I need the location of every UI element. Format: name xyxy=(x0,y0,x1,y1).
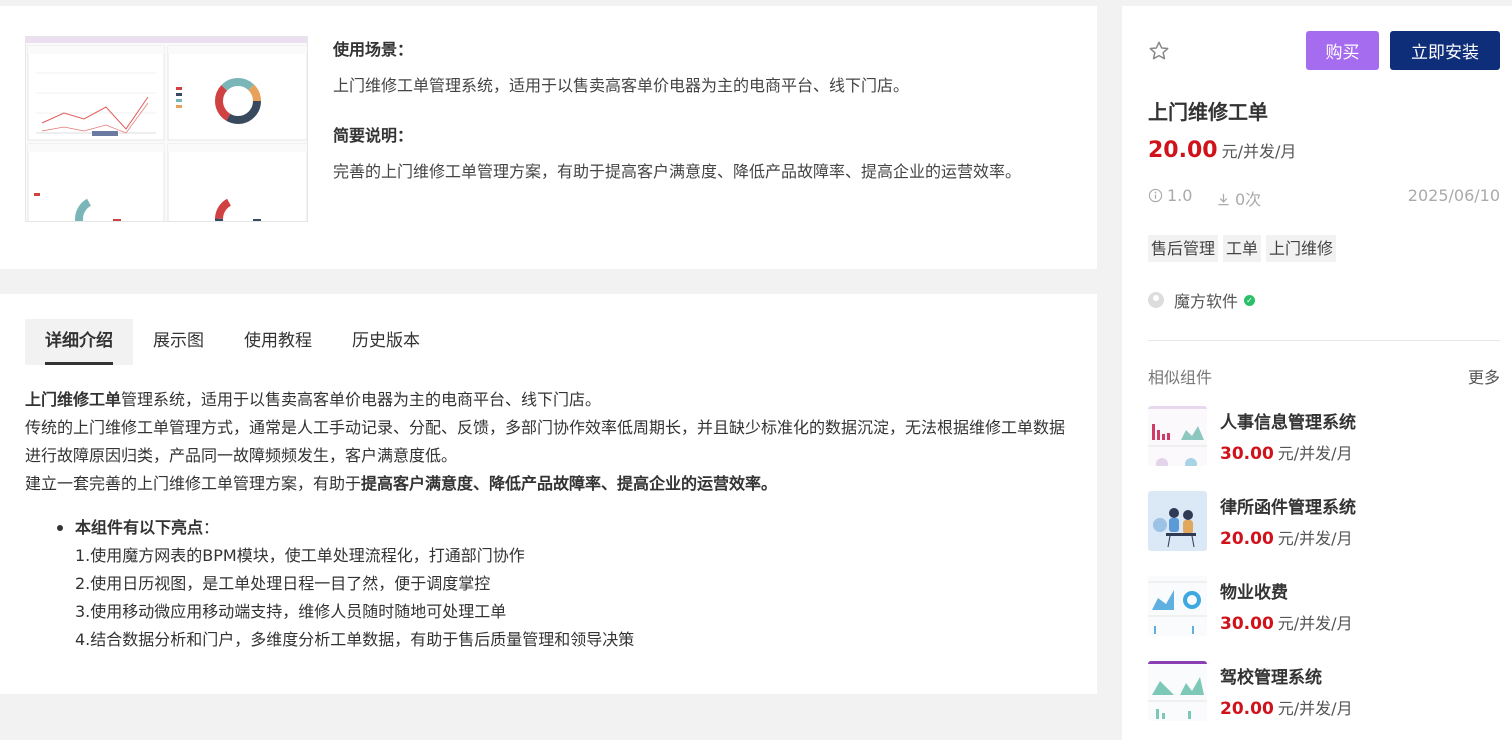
similar-item-price: 30.00 元/并发/月 xyxy=(1220,444,1353,464)
similar-header: 相似组件 更多 xyxy=(1148,364,1500,388)
overview-card: 使用场景： 上门维修工单管理系统，适用于以售卖高客单价电器为主的电商平台、线下门… xyxy=(0,6,1097,269)
scene-heading: 使用场景： xyxy=(333,40,414,59)
overview-info: 使用场景： 上门维修工单管理系统，适用于以售卖高客单价电器为主的电商平台、线下门… xyxy=(333,36,1063,186)
tab-history[interactable]: 历史版本 xyxy=(332,319,440,365)
highlight-item: 2.使用日历视图，是工单处理日程一目了然，便于调度掌控 xyxy=(75,574,491,593)
install-button[interactable]: 立即安装 xyxy=(1390,31,1500,70)
similar-item-name: 人事信息管理系统 xyxy=(1220,413,1356,433)
tag[interactable]: 售后管理 xyxy=(1148,235,1219,262)
verified-icon: ✓ xyxy=(1244,294,1256,306)
similar-item-name: 物业收费 xyxy=(1220,583,1288,603)
highlights-list: 本组件有以下亮点： 1.使用魔方网表的BPM模块，使工单处理流程化，打通部门协作… xyxy=(57,514,1075,654)
tab-tutorial[interactable]: 使用教程 xyxy=(224,319,332,365)
tag-list: 售后管理 工单 上门维修 xyxy=(1148,235,1341,262)
detail-line-2: 传统的上门维修工单管理方式，通常是人工手动记录、分配、反馈，多部门协作效率低周期… xyxy=(25,418,1066,465)
avatar-icon xyxy=(1148,292,1164,308)
scene-text: 上门维修工单管理系统，适用于以售卖高客单价电器为主的电商平台、线下门店。 xyxy=(333,76,910,95)
version-info: 1.0 xyxy=(1148,186,1192,205)
publish-date: 2025/06/10 xyxy=(1407,186,1500,205)
similar-item-thumbnail xyxy=(1148,576,1207,636)
more-link[interactable]: 更多 xyxy=(1468,364,1500,388)
similar-item-thumbnail xyxy=(1148,406,1207,466)
info-icon xyxy=(1148,188,1163,203)
divider xyxy=(1148,340,1500,341)
similar-item-thumbnail xyxy=(1148,491,1207,551)
author-info[interactable]: 魔方软件 ✓ xyxy=(1148,288,1256,312)
product-title: 上门维修工单 xyxy=(1148,100,1268,124)
tag[interactable]: 工单 xyxy=(1223,235,1262,262)
download-count: 0次 xyxy=(1216,186,1261,210)
tab-screenshots[interactable]: 展示图 xyxy=(133,319,224,365)
detail-description: 上门维修工单管理系统，适用于以售卖高客单价电器为主的电商平台、线下门店。 传统的… xyxy=(25,386,1075,654)
product-sidebar: 购买 立即安装 上门维修工单 20.00 元/并发/月 1.0 0次 2025/0… xyxy=(1122,6,1512,740)
detail-line-3: 建立一套完善的上门维修工单管理方案，有助于提高客户满意度、降低产品故障率、提高企… xyxy=(25,474,778,493)
product-screenshot-thumbnail[interactable] xyxy=(25,36,308,222)
similar-item[interactable]: 驾校管理系统 20.00 元/并发/月 xyxy=(1148,661,1500,723)
highlight-item: 4.结合数据分析和门户，多维度分析工单数据，有助于售后质量管理和领导决策 xyxy=(75,630,635,649)
tab-detail[interactable]: 详细介绍 xyxy=(25,319,133,365)
brief-heading: 简要说明： xyxy=(333,126,414,145)
detail-tabs: 详细介绍 展示图 使用教程 历史版本 xyxy=(25,319,440,365)
star-outline-icon[interactable] xyxy=(1148,40,1170,62)
tag[interactable]: 上门维修 xyxy=(1266,235,1337,262)
detail-line-1: 上门维修工单管理系统，适用于以售卖高客单价电器为主的电商平台、线下门店。 xyxy=(25,390,602,409)
similar-item-price: 30.00 元/并发/月 xyxy=(1220,614,1353,634)
download-icon xyxy=(1218,193,1229,206)
highlights-heading: 本组件有以下亮点： xyxy=(75,518,220,537)
highlight-item: 3.使用移动微应用移动端支持，维修人员随时随地可处理工单 xyxy=(75,602,507,621)
author-name: 魔方软件 xyxy=(1174,292,1239,311)
similar-item[interactable]: 律所函件管理系统 20.00 元/并发/月 xyxy=(1148,491,1500,553)
buy-button[interactable]: 购买 xyxy=(1306,31,1379,70)
similar-item-name: 律所函件管理系统 xyxy=(1220,498,1356,518)
similar-item[interactable]: 人事信息管理系统 30.00 元/并发/月 xyxy=(1148,406,1500,468)
similar-item-thumbnail xyxy=(1148,661,1207,721)
similar-item[interactable]: 物业收费 30.00 元/并发/月 xyxy=(1148,576,1500,638)
bullet-icon xyxy=(57,525,63,531)
highlight-item: 1.使用魔方网表的BPM模块，使工单处理流程化，打通部门协作 xyxy=(75,546,525,565)
similar-title: 相似组件 xyxy=(1148,368,1213,387)
similar-item-price: 20.00 元/并发/月 xyxy=(1220,699,1353,719)
brief-text: 完善的上门维修工单管理方案，有助于提高客户满意度、降低产品故障率、提高企业的运营… xyxy=(333,162,1022,181)
product-price: 20.00 元/并发/月 xyxy=(1148,138,1297,163)
detail-card: 详细介绍 展示图 使用教程 历史版本 上门维修工单管理系统，适用于以售卖高客单价… xyxy=(0,294,1097,694)
similar-item-name: 驾校管理系统 xyxy=(1220,668,1322,688)
similar-item-price: 20.00 元/并发/月 xyxy=(1220,529,1353,549)
